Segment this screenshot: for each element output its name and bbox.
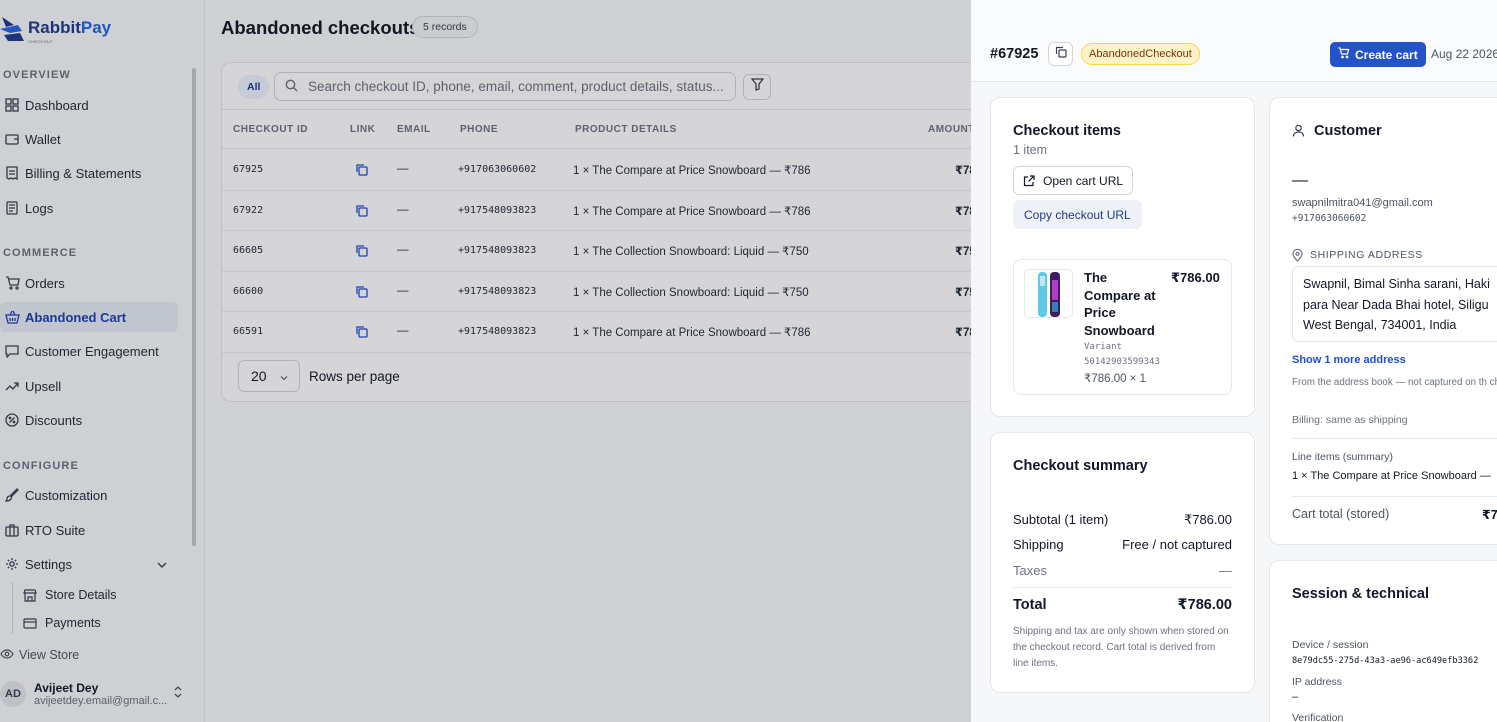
address-line: West Bengal, 734001, India bbox=[1303, 318, 1457, 332]
modal-backdrop[interactable] bbox=[0, 0, 971, 722]
copy-id-button[interactable] bbox=[1048, 42, 1073, 66]
shipping-address-box: Swapnil, Bimal Sinha sarani, Haki para N… bbox=[1292, 266, 1497, 342]
product-price: ₹786.00 bbox=[1171, 270, 1220, 285]
checkout-date: Aug 22 2026 bbox=[1431, 47, 1497, 61]
user-icon bbox=[1292, 124, 1305, 142]
checkout-items-count: 1 item bbox=[1013, 143, 1048, 157]
checkout-items-title: Checkout items bbox=[1013, 123, 1121, 139]
cart-total-value: ₹7 bbox=[1482, 508, 1497, 522]
cart-icon bbox=[1338, 47, 1350, 62]
session-panel: Session & technical Device / session 8e7… bbox=[1269, 560, 1497, 722]
external-link-icon bbox=[1023, 174, 1035, 187]
variant-label: Variant bbox=[1084, 342, 1122, 352]
checkout-items-panel: Checkout items 1 item Open cart URL Copy… bbox=[990, 97, 1255, 417]
line-item-card: The Compare at Price Snowboard ₹786.00 V… bbox=[1013, 259, 1232, 395]
address-line: para Near Dada Bhai hotel, Siligu bbox=[1303, 297, 1489, 312]
variant-id: 50142903599343 bbox=[1084, 357, 1160, 367]
divider bbox=[1292, 496, 1497, 497]
ip-label: IP address bbox=[1292, 676, 1343, 688]
line-items-summary: 1 × The Compare at Price Snowboard — bbox=[1292, 470, 1491, 482]
subtotal-label: Subtotal (1 item) bbox=[1013, 512, 1109, 527]
checkout-id-heading: #67925 bbox=[990, 46, 1039, 62]
session-title: Session & technical bbox=[1292, 586, 1429, 602]
status-badge: AbandonedCheckout bbox=[1081, 43, 1200, 65]
customer-email[interactable]: swapnilmitra041@gmail.com bbox=[1292, 197, 1433, 209]
shipping-value: Free / not captured bbox=[1122, 537, 1232, 552]
device-session-id: 8e79dc55-275d-43a3-ae96-ac649efb3362 bbox=[1292, 656, 1479, 666]
shipping-label: Shipping bbox=[1013, 537, 1064, 552]
taxes-label: Taxes bbox=[1013, 563, 1047, 578]
total-value: ₹786.00 bbox=[1177, 597, 1232, 613]
checkout-summary-panel: Checkout summary Subtotal (1 item) ₹786.… bbox=[990, 432, 1255, 693]
subtotal-value: ₹786.00 bbox=[1183, 512, 1232, 527]
total-row: Total ₹786.00 bbox=[1013, 597, 1232, 613]
shipping-row: Shipping Free / not captured bbox=[1013, 537, 1232, 552]
open-cart-label: Open cart URL bbox=[1043, 173, 1124, 188]
summary-note: Shipping and tax are only shown when sto… bbox=[1013, 626, 1229, 669]
address-line: Swapnil, Bimal Sinha sarani, Haki bbox=[1303, 277, 1490, 291]
ip-value: – bbox=[1292, 691, 1299, 703]
map-pin-icon bbox=[1292, 248, 1303, 267]
product-variant: Variant 50142903599343 bbox=[1084, 340, 1204, 370]
taxes-row: Taxes — bbox=[1013, 563, 1232, 578]
taxes-value: — bbox=[1219, 563, 1232, 578]
total-label: Total bbox=[1013, 597, 1047, 613]
verification-label: Verification bbox=[1292, 712, 1344, 722]
device-label: Device / session bbox=[1292, 639, 1369, 651]
copy-checkout-url-button[interactable]: Copy checkout URL bbox=[1013, 200, 1142, 229]
copy-icon bbox=[1055, 45, 1067, 63]
divider bbox=[1013, 587, 1232, 588]
divider bbox=[1292, 438, 1497, 439]
billing-note: Billing: same as shipping bbox=[1292, 414, 1408, 426]
customer-panel: Customer — swapnilmitra041@gmail.com +91… bbox=[1269, 97, 1497, 545]
subtotal-row: Subtotal (1 item) ₹786.00 bbox=[1013, 512, 1232, 528]
product-name: The Compare at Price Snowboard bbox=[1084, 270, 1156, 338]
customer-name: — bbox=[1292, 172, 1308, 189]
checkout-summary-title: Checkout summary bbox=[1013, 458, 1148, 474]
show-more-address-link[interactable]: Show 1 more address bbox=[1292, 354, 1406, 366]
product-qty-line: ₹786.00 × 1 bbox=[1084, 373, 1146, 385]
customer-phone[interactable]: +917063060602 bbox=[1292, 213, 1366, 224]
checkout-detail-drawer: #67925 AbandonedCheckout Create cart Aug… bbox=[971, 0, 1497, 722]
shipping-address-label: SHIPPING ADDRESS bbox=[1310, 249, 1423, 261]
product-thumbnail bbox=[1024, 269, 1073, 318]
drawer-header: #67925 AbandonedCheckout Create cart Aug… bbox=[971, 0, 1497, 82]
customer-title: Customer bbox=[1314, 123, 1382, 139]
create-cart-button[interactable]: Create cart bbox=[1330, 42, 1426, 67]
open-cart-url-button[interactable]: Open cart URL bbox=[1013, 166, 1134, 195]
create-cart-label: Create cart bbox=[1355, 47, 1418, 62]
line-items-label: Line items (summary) bbox=[1292, 451, 1393, 463]
cart-total-label: Cart total (stored) bbox=[1292, 507, 1390, 521]
address-note: From the address book — not captured on … bbox=[1292, 377, 1497, 388]
